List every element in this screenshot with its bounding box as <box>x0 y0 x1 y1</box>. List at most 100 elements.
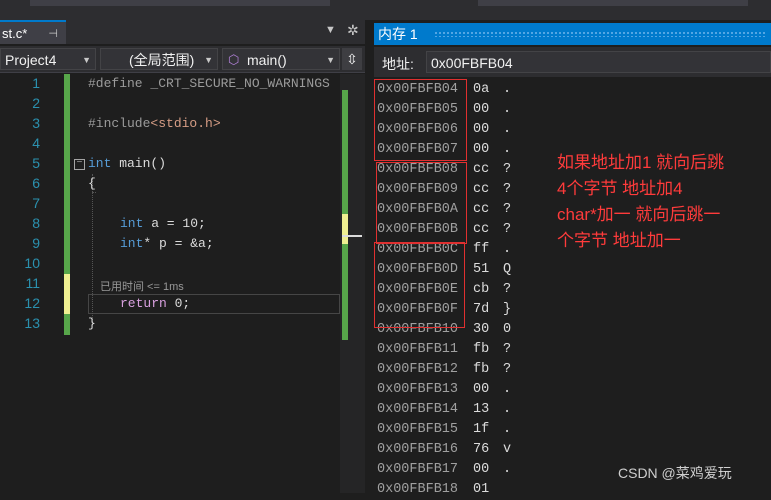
memory-byte-hex: cc <box>473 222 490 237</box>
include-directive: #include <box>88 116 151 131</box>
address-input[interactable]: 0x00FBFB04 <box>426 51 771 73</box>
annotation-line: char*加一 就向后跳一 <box>557 205 721 224</box>
vertical-scrollbar[interactable] <box>340 74 365 493</box>
memory-window-title: 内存 1 <box>378 26 418 42</box>
unsaved-change-marker <box>64 274 70 314</box>
keyword: int <box>88 156 112 171</box>
line-number: 2 <box>32 95 40 111</box>
chevron-down-icon: ▼ <box>82 55 91 65</box>
memory-row[interactable]: 0x00FBFB18 01 <box>377 480 503 500</box>
perf-tip[interactable]: 已用时间 <= 1ms <box>100 278 184 294</box>
annotation-line: 个字节 地址加一 <box>557 231 681 250</box>
tab-source-file[interactable]: st.c* ⊣ <box>0 20 66 44</box>
memory-byte-hex: cb <box>473 282 490 297</box>
memory-row[interactable]: 0x00FBFB17 00. <box>377 460 511 480</box>
memory-byte-char: . <box>503 402 512 417</box>
memory-byte-char: . <box>503 462 512 477</box>
tab-list-dropdown-icon[interactable]: ▼ <box>325 24 336 36</box>
function-dropdown[interactable]: ⬡ main() ▼ <box>222 48 340 70</box>
memory-row[interactable]: 0x00FBFB13 00. <box>377 380 511 400</box>
memory-byte-char: v <box>503 442 512 457</box>
memory-byte-hex: cc <box>473 202 490 217</box>
line-number: 4 <box>32 135 40 151</box>
highlight-box <box>376 162 467 244</box>
memory-byte-char: ? <box>503 202 512 217</box>
memory-byte-char: . <box>503 122 512 137</box>
memory-byte-hex: fb <box>473 362 490 377</box>
memory-window: 内存 1 地址: 0x00FBFB04 0x00FBFB04 0a. 0x00FBF… <box>374 20 771 497</box>
memory-byte-char: . <box>503 142 512 157</box>
highlight-box <box>374 242 465 328</box>
cube-icon: ⬡ <box>228 52 240 67</box>
memory-byte-char: } <box>503 302 512 317</box>
line-number: 12 <box>24 295 40 311</box>
code-text: main() <box>111 156 167 171</box>
memory-byte-char: . <box>503 422 512 437</box>
annotation-line: 如果地址加1 就向后跳 <box>557 153 725 172</box>
project-dropdown[interactable]: Project4 ▼ <box>0 48 96 70</box>
line-number: 1 <box>32 75 40 91</box>
memory-window-title-bar[interactable]: 内存 1 <box>374 23 771 45</box>
watermark: CSDN @菜鸡爱玩 <box>618 465 732 481</box>
code-line-5: int main() <box>88 154 166 174</box>
memory-byte-char: ? <box>503 362 512 377</box>
memory-byte-hex: 1f <box>473 422 490 437</box>
code-text-area[interactable]: − #define _CRT_SECURE_NO_WARNINGS #inclu… <box>72 74 342 493</box>
memory-byte-char: ? <box>503 282 512 297</box>
memory-byte-hex: 00 <box>473 382 490 397</box>
address-label: 地址: <box>382 56 414 72</box>
scrollbar-unsaved-marker <box>342 214 348 244</box>
memory-byte-hex: 00 <box>473 122 490 137</box>
memory-byte-hex: 0a <box>473 82 490 97</box>
code-line-6: { <box>88 176 96 191</box>
memory-byte-char: Q <box>503 262 512 277</box>
memory-address: 0x00FBFB17 <box>377 462 459 477</box>
ide-top-toolbar <box>0 0 771 20</box>
annotation-line: 4个字节 地址加4 <box>557 179 683 198</box>
gear-icon[interactable]: ✲ <box>347 22 359 39</box>
line-number: 10 <box>24 255 40 271</box>
memory-row[interactable]: 0x00FBFB11 fb? <box>377 340 511 360</box>
memory-byte-char: 0 <box>503 322 512 337</box>
memory-byte-char: . <box>503 382 512 397</box>
memory-byte-hex: 00 <box>473 462 490 477</box>
memory-byte-hex: 01 <box>473 482 490 497</box>
memory-byte-hex: 00 <box>473 142 490 157</box>
keyword: int <box>120 236 144 251</box>
memory-row[interactable]: 0x00FBFB15 1f. <box>377 420 511 440</box>
split-view-button[interactable]: ⇳ <box>342 48 362 70</box>
memory-byte-hex: ff <box>473 242 490 257</box>
line-number: 13 <box>24 315 40 331</box>
include-path: <stdio.h> <box>150 116 221 131</box>
code-text: a = 10; <box>143 216 206 231</box>
memory-row[interactable]: 0x00FBFB12 fb? <box>377 360 511 380</box>
code-text: * p = &a; <box>143 236 214 251</box>
code-line-13: } <box>88 316 96 331</box>
memory-byte-char: . <box>503 82 512 97</box>
memory-address: 0x00FBFB15 <box>377 422 459 437</box>
scrollbar-caret-marker <box>342 235 362 237</box>
editor-tab-strip: st.c* ⊣ ▼ ✲ <box>0 20 365 44</box>
memory-address: 0x00FBFB11 <box>377 342 459 357</box>
function-label: main() <box>247 52 287 68</box>
memory-row[interactable]: 0x00FBFB16 76 v <box>377 440 511 460</box>
code-text: 0; <box>166 296 191 311</box>
memory-byte-hex: 51 <box>473 262 490 277</box>
navigation-bar: Project4 ▼ (全局范围) ▼ ⬡ main() ▼ ⇳ <box>0 46 365 73</box>
memory-byte-hex: 30 <box>473 322 490 337</box>
memory-row[interactable]: 0x00FBFB14 13. <box>377 400 511 420</box>
memory-byte-char: ? <box>503 182 512 197</box>
pin-icon[interactable]: ⊣ <box>48 22 58 46</box>
keyword: int <box>120 216 144 231</box>
memory-byte-hex: 13 <box>473 402 490 417</box>
project-label: Project4 <box>5 52 57 68</box>
toolbar-slot <box>478 0 748 6</box>
scope-label: (全局范围) <box>129 52 195 68</box>
code-line-12: return 0; <box>120 294 190 314</box>
memory-byte-char: ? <box>503 342 512 357</box>
memory-address: 0x00FBFB12 <box>377 362 459 377</box>
scope-dropdown[interactable]: (全局范围) ▼ <box>100 48 218 70</box>
memory-byte-hex: 00 <box>473 102 490 117</box>
line-number-gutter: 1 2 3 4 5 6 7 8 9 10 11 12 13 <box>0 74 66 493</box>
collapse-icon[interactable]: − <box>74 159 85 170</box>
